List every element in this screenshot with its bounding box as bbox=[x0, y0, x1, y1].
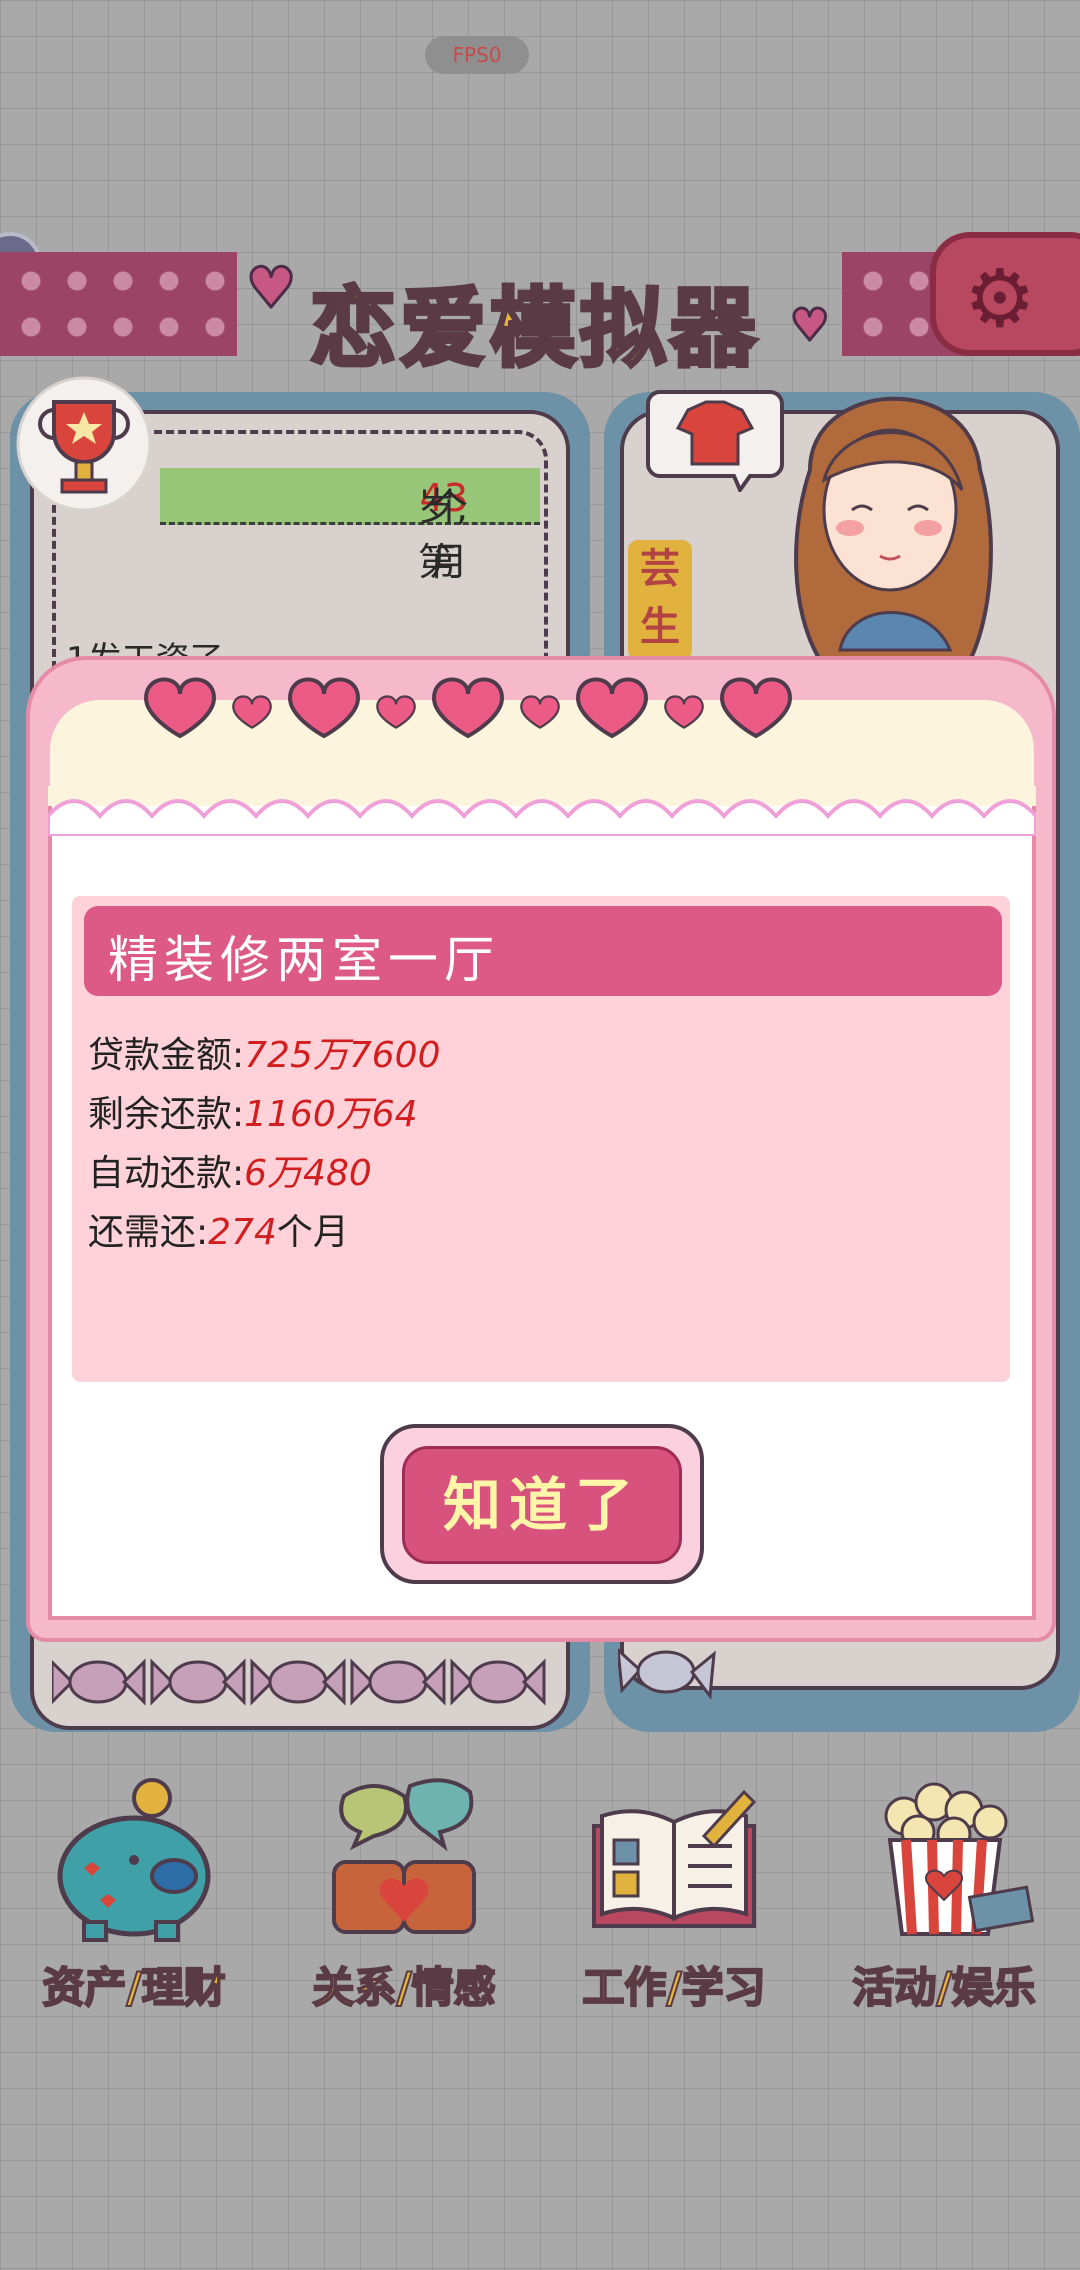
row-label: 自动还款: bbox=[88, 1153, 245, 1194]
character-name-tag: 芸生 bbox=[628, 540, 692, 660]
nav-relationships[interactable]: 关系/情感 bbox=[284, 1776, 524, 2016]
remaining-payment-row: 剩余还款:1160万64 bbox=[88, 1085, 418, 1137]
nav-assets[interactable]: 资产/理财 bbox=[14, 1776, 254, 2016]
game-title: 恋爱模拟器 bbox=[308, 277, 760, 381]
nav-work-study[interactable]: 工作/学习 bbox=[554, 1776, 794, 2016]
open-book-icon bbox=[592, 1789, 757, 1928]
month-unit: 个月 bbox=[429, 485, 468, 584]
heart-icon: ♥ bbox=[244, 255, 297, 323]
trophy-icon bbox=[16, 376, 152, 512]
row-label: 剩余还款: bbox=[88, 1094, 245, 1135]
nav-label: 工作/学习 bbox=[581, 1962, 766, 2013]
dialog-scallop-edge bbox=[48, 786, 1036, 836]
gear-icon: ⚙ bbox=[964, 252, 1036, 345]
nav-activities[interactable]: 活动/娱乐 bbox=[824, 1776, 1064, 2016]
fps-indicator: FPS0 bbox=[425, 36, 529, 74]
row-value: 1160万64 bbox=[244, 1094, 418, 1135]
settings-button[interactable]: ⚙ bbox=[930, 232, 1080, 356]
couple-mugs-icon bbox=[332, 1778, 476, 1934]
months-remaining-row: 还需还:274个月 bbox=[88, 1203, 349, 1255]
candy-decoration bbox=[618, 1647, 716, 1701]
hearts-decoration bbox=[144, 677, 792, 738]
row-suffix: 个月 bbox=[276, 1212, 349, 1253]
nav-label: 资产/理财 bbox=[41, 1962, 226, 2013]
row-label: 还需还: bbox=[88, 1212, 209, 1253]
row-value: 725万7600 bbox=[244, 1035, 441, 1076]
auto-payment-row: 自动还款:6万480 bbox=[88, 1144, 372, 1196]
property-name: 精装修两室一厅 bbox=[108, 931, 500, 989]
confirm-button[interactable]: 知道了 bbox=[402, 1446, 682, 1564]
age-status-bar: 43 岁,第 3 个月 bbox=[160, 468, 540, 584]
row-value: 6万480 bbox=[244, 1153, 372, 1194]
loan-amount-row: 贷款金额:725万7600 bbox=[88, 1026, 440, 1078]
candy-decoration bbox=[52, 1658, 546, 1706]
loan-info-header: 精装修两室一厅 bbox=[84, 906, 1002, 996]
piggy-bank-icon bbox=[57, 1778, 211, 1942]
popcorn-icon bbox=[884, 1782, 1034, 1936]
nav-label: 关系/情感 bbox=[311, 1962, 496, 2013]
row-label: 贷款金额: bbox=[88, 1035, 245, 1076]
nav-label: 活动/娱乐 bbox=[851, 1962, 1036, 2013]
row-value: 274 bbox=[208, 1212, 277, 1253]
header-ribbon-left bbox=[0, 252, 237, 356]
girlfriend-avatar[interactable] bbox=[740, 360, 1040, 680]
heart-icon: ♥ bbox=[788, 299, 830, 353]
